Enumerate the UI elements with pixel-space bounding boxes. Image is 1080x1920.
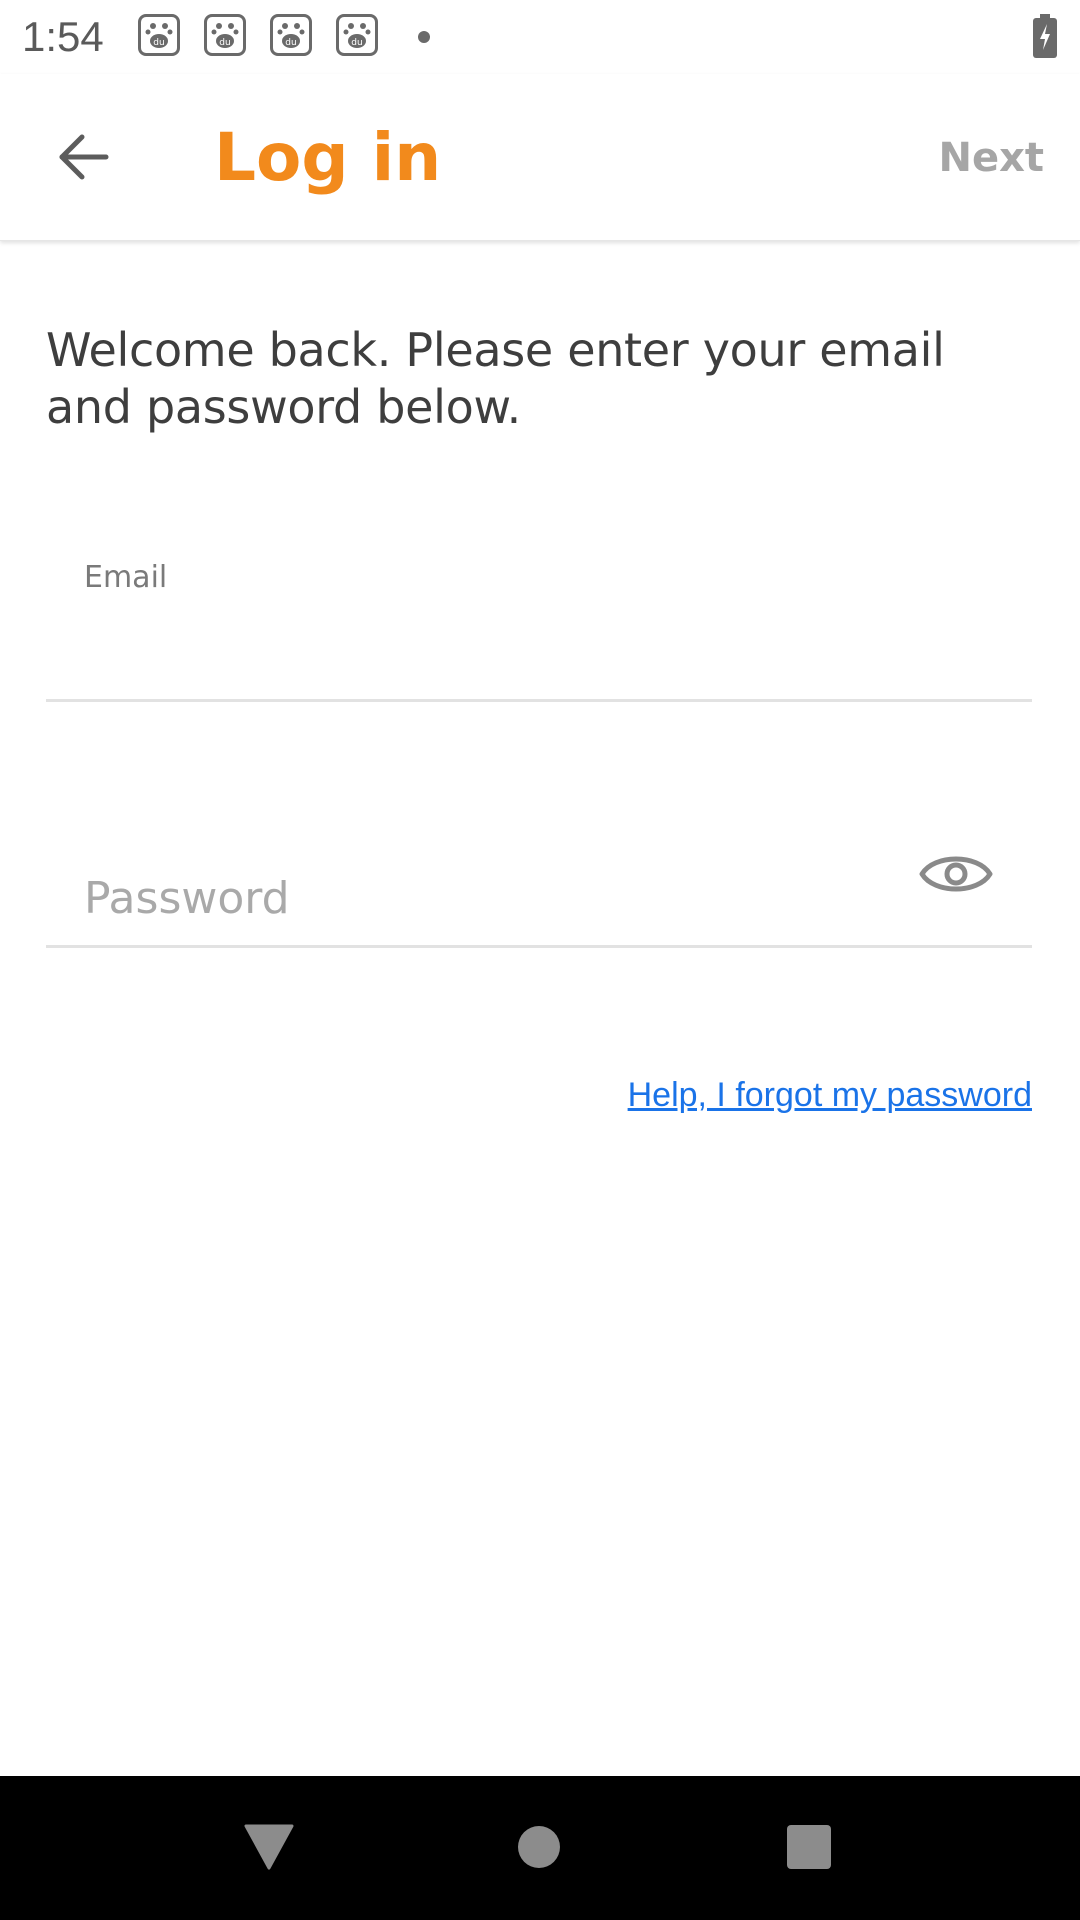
back-button[interactable] (40, 114, 126, 200)
svg-text:du: du (219, 38, 230, 48)
nav-recents-button[interactable] (764, 1802, 854, 1892)
triangle-back-icon (244, 1824, 294, 1870)
baidu-app-icon: du (270, 14, 312, 56)
forgot-password-link[interactable]: Help, I forgot my password (628, 1070, 1032, 1120)
page-title: Log in (214, 119, 442, 196)
svg-text:du: du (285, 38, 296, 48)
circle-home-icon (518, 1826, 560, 1868)
baidu-app-icon: du (138, 14, 180, 56)
app-bar: Log in Next (0, 74, 1080, 241)
status-time: 1:54 (22, 13, 104, 60)
welcome-message: Welcome back. Please enter your email an… (46, 323, 945, 434)
baidu-app-icon: du (204, 14, 246, 56)
svg-text:du: du (351, 38, 362, 48)
email-field: Email (46, 540, 1032, 702)
email-label: Email (84, 560, 168, 595)
baidu-app-icon: du (336, 14, 378, 56)
eye-icon (919, 856, 993, 892)
arrow-left-icon (59, 134, 109, 180)
battery-charging-icon (1032, 14, 1058, 63)
next-button[interactable]: Next (938, 130, 1044, 186)
more-notifications-dot-icon (418, 31, 430, 43)
password-underline (46, 945, 1032, 948)
show-password-toggle[interactable] (914, 842, 998, 906)
nav-back-button[interactable] (224, 1802, 314, 1892)
svg-text:du: du (153, 38, 164, 48)
square-recents-icon (787, 1825, 831, 1869)
email-underline (46, 699, 1032, 702)
navigation-bar (0, 1776, 1080, 1920)
password-field (46, 812, 1032, 948)
nav-home-button[interactable] (494, 1802, 584, 1892)
password-input[interactable] (84, 860, 884, 936)
email-input[interactable] (84, 620, 984, 680)
status-bar: 1:54 du du du du (0, 0, 1080, 74)
